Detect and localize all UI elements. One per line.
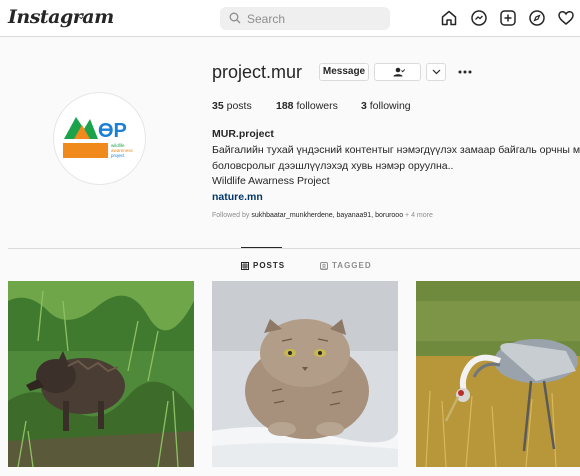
- tab-posts-label: POSTS: [253, 261, 286, 270]
- avatar[interactable]: ӨР wildlife awareness project: [53, 92, 146, 185]
- person-check-icon: [393, 67, 405, 77]
- posts-count: 35 posts: [212, 100, 252, 112]
- tab-tagged-label: TAGGED: [332, 261, 372, 270]
- message-button[interactable]: Message: [319, 63, 369, 81]
- followers-count[interactable]: 188 followers: [276, 100, 338, 112]
- active-tab-indicator: [241, 247, 282, 248]
- home-icon[interactable]: [440, 9, 458, 27]
- bio-line: Wildlife Awarness Project: [212, 175, 330, 187]
- chevron-down-icon: [432, 69, 440, 75]
- profile-username: project.mur: [212, 62, 303, 82]
- post-thumbnail[interactable]: [212, 281, 398, 467]
- top-navigation-bar: Instagram ⌄ Search: [0, 0, 580, 37]
- crane-photo: [416, 281, 580, 467]
- bio-line: боловсролыг дээшлүүлэхэд хувь нэмэр оруу…: [212, 160, 454, 172]
- posts-label: posts: [226, 100, 252, 112]
- post-thumbnail[interactable]: [416, 281, 580, 467]
- new-post-icon[interactable]: [499, 9, 517, 27]
- website-link[interactable]: nature.mn: [212, 191, 263, 203]
- followers-number: 188: [276, 100, 294, 112]
- follow-status-button[interactable]: [374, 63, 421, 81]
- followed-by-prefix: Followed by: [212, 212, 250, 219]
- followers-label: followers: [296, 100, 338, 112]
- pallas-cat-photo: [212, 281, 398, 467]
- messenger-icon[interactable]: [470, 9, 488, 27]
- search-placeholder: Search: [247, 12, 286, 26]
- instagram-logo[interactable]: Instagram: [8, 6, 114, 28]
- explore-icon[interactable]: [528, 9, 546, 27]
- grid-icon: [241, 262, 249, 270]
- tabs-divider: [8, 248, 580, 249]
- following-number: 3: [361, 100, 367, 112]
- followed-by-users: sukhbaatar_munkherdene, bayanaa91, borur…: [251, 212, 404, 219]
- bio-line: Байгалийн тухай үндэсний контентыг нэмэг…: [212, 144, 580, 156]
- boar-photo: [8, 281, 194, 467]
- search-input[interactable]: Search: [220, 7, 390, 30]
- more-options-icon[interactable]: [458, 70, 472, 74]
- tab-tagged[interactable]: TAGGED: [320, 261, 372, 270]
- followed-by-more: + 4 more: [405, 212, 433, 219]
- search-icon: [229, 12, 241, 24]
- following-count[interactable]: 3 following: [361, 100, 411, 112]
- project-logo: ӨР wildlife awareness project: [63, 117, 134, 158]
- post-thumbnail[interactable]: [8, 281, 194, 467]
- followed-by[interactable]: Followed by sukhbaatar_munkherdene, baya…: [212, 212, 433, 219]
- following-label: following: [369, 100, 411, 112]
- tag-icon: [320, 262, 328, 270]
- tab-posts[interactable]: POSTS: [241, 261, 285, 270]
- svg-text:project: project: [111, 153, 125, 158]
- svg-text:ӨР: ӨР: [98, 120, 127, 142]
- profile-display-name: MUR.project: [212, 128, 274, 140]
- activity-heart-icon[interactable]: [557, 9, 575, 27]
- suggested-accounts-button[interactable]: [426, 63, 446, 81]
- posts-number: 35: [212, 100, 224, 112]
- chevron-down-icon[interactable]: ⌄: [77, 11, 85, 22]
